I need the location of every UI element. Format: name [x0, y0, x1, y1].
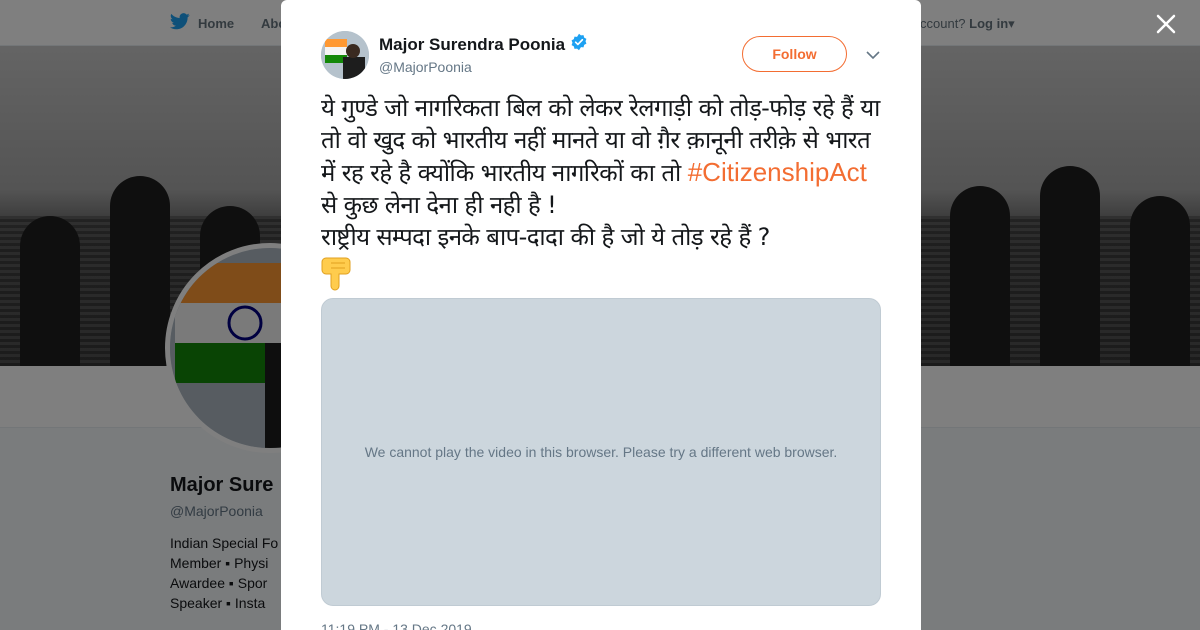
verified-badge-icon — [570, 33, 588, 56]
tweet-timestamp[interactable]: 11:19 PM - 13 Dec 2019 — [321, 621, 472, 630]
video-error-message: We cannot play the video in this browser… — [364, 444, 838, 460]
author-handle[interactable]: @MajorPoonia — [379, 59, 472, 75]
tweet-text: ये गुण्डे जो नागरिकता बिल को लेकर रेलगाड… — [321, 92, 886, 291]
close-modal-button[interactable] — [1153, 11, 1179, 37]
hand-pointing-down-icon — [321, 255, 357, 291]
close-icon — [1156, 14, 1176, 34]
tweet-modal: Major Surendra Poonia @MajorPoonia Follo… — [281, 0, 921, 630]
video-player[interactable]: We cannot play the video in this browser… — [321, 298, 881, 606]
tweet-text-part2: से कुछ लेना देना ही नही है ! राष्ट्रीय स… — [321, 191, 770, 251]
author-avatar[interactable] — [321, 31, 369, 79]
follow-button[interactable]: Follow — [742, 36, 847, 72]
chevron-down-icon — [866, 51, 880, 60]
hashtag-link[interactable]: #CitizenshipAct — [688, 157, 867, 187]
author-name-row[interactable]: Major Surendra Poonia — [379, 33, 588, 56]
author-name: Major Surendra Poonia — [379, 34, 566, 54]
more-options-button[interactable] — [866, 48, 880, 60]
